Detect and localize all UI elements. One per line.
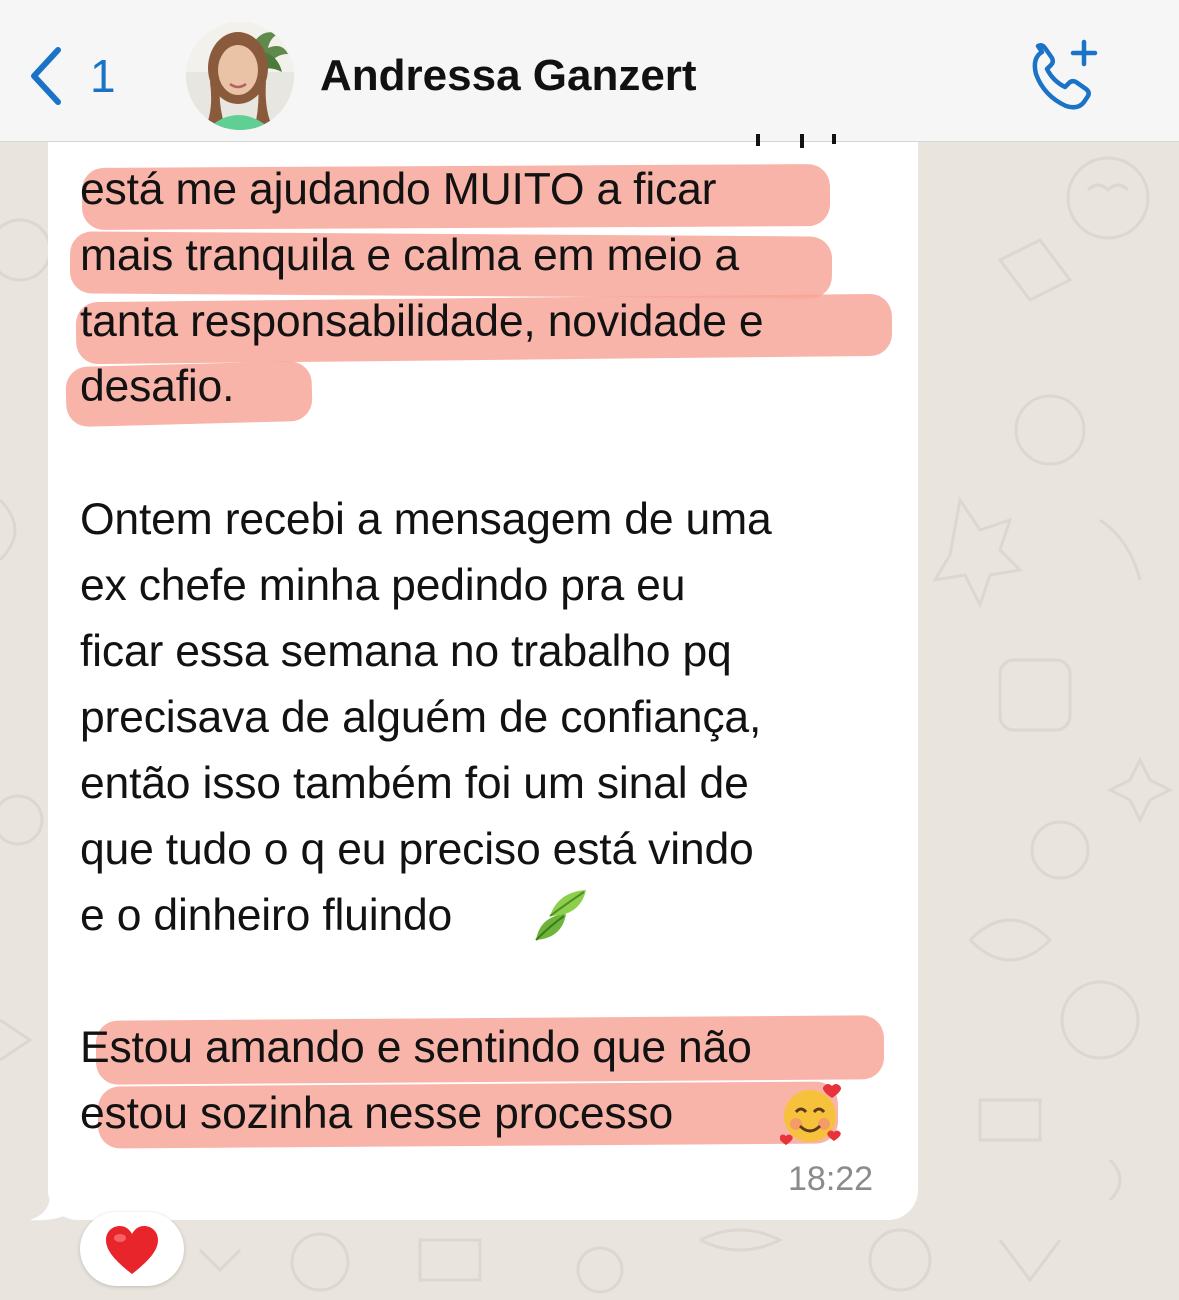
cut-off-text xyxy=(750,134,850,154)
message-line: ficar essa semana no trabalho pq xyxy=(80,627,732,676)
message-line: e o dinheiro fluindo xyxy=(80,891,453,940)
message-line: então isso também foi um sinal de xyxy=(80,759,749,808)
add-call-icon[interactable] xyxy=(1028,38,1104,114)
red-heart-icon xyxy=(106,1226,158,1274)
message-timestamp: 18:22 xyxy=(788,1160,874,1198)
message-line: tanta responsabilidade, novidade e xyxy=(80,297,764,346)
message-line: desafio. xyxy=(80,362,235,411)
smiling-face-with-hearts-emoji xyxy=(780,1084,841,1145)
leaves-emoji xyxy=(535,890,586,941)
message-line: Estou amando e sentindo que não xyxy=(80,1023,752,1072)
message-line: estou sozinha nesse processo xyxy=(80,1089,674,1138)
contact-name[interactable]: Andressa Ganzert xyxy=(320,48,697,104)
avatar[interactable] xyxy=(186,22,294,130)
avatar-photo xyxy=(186,22,294,130)
message-line: mais tranquila e calma em meio a xyxy=(80,231,739,280)
message-line: está me ajudando MUITO a ficar xyxy=(80,165,717,214)
message-line: Ontem recebi a mensagem de uma xyxy=(80,495,772,544)
message-line: ex chefe minha pedindo pra eu xyxy=(80,561,686,610)
reaction-badge[interactable] xyxy=(80,1212,184,1286)
chevron-left-icon[interactable] xyxy=(24,44,68,108)
message-line: precisava de alguém de confiança, xyxy=(80,693,762,742)
message-line: que tudo o q eu preciso está vindo xyxy=(80,825,754,874)
chat-header: 1 Andressa Ganzert xyxy=(0,0,1179,142)
unread-count[interactable]: 1 xyxy=(90,46,116,106)
